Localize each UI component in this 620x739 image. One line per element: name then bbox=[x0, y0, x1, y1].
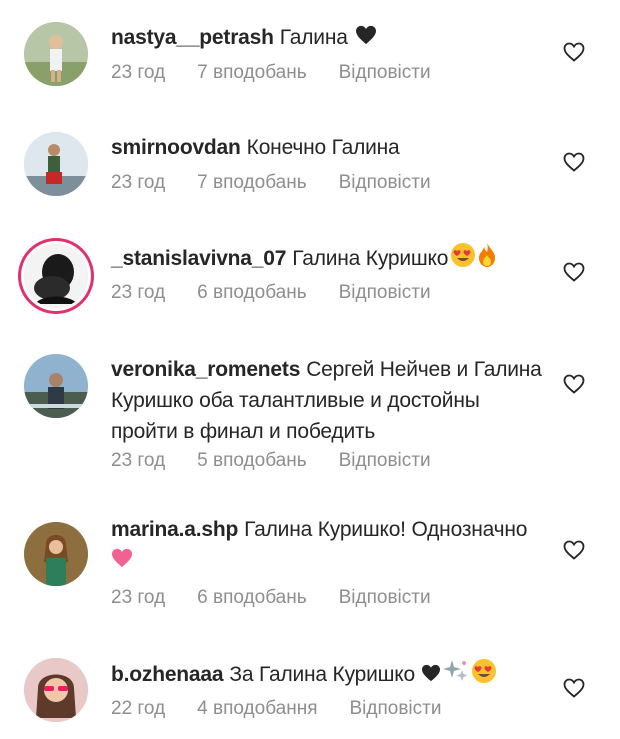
comment-meta: 23 год 7 вподобань Відповісти bbox=[111, 172, 431, 194]
comment-time: 23 год bbox=[111, 172, 166, 193]
black-heart-emoji bbox=[355, 23, 377, 54]
likes-count[interactable]: 5 вподобань bbox=[197, 450, 306, 472]
comment-text-block: _stanislavivna_07 Галина Куришко bbox=[111, 242, 551, 277]
comment-text-block: smirnoovdan Конечно Галина bbox=[111, 132, 551, 163]
comment-time: 23 год bbox=[111, 587, 166, 608]
avatar[interactable] bbox=[24, 244, 88, 308]
reply-button[interactable]: Відповісти bbox=[339, 587, 431, 609]
likes-count[interactable]: 7 вподобань bbox=[197, 62, 306, 84]
heart-outline-icon[interactable] bbox=[562, 372, 586, 396]
comment-time: 23 год bbox=[111, 282, 166, 303]
comment-text-block: b.ozhenaaa За Галина Куришко bbox=[111, 658, 551, 693]
black-heart-emoji bbox=[421, 660, 441, 691]
reply-button[interactable]: Відповісти bbox=[339, 62, 431, 84]
avatar[interactable] bbox=[24, 132, 88, 196]
avatar[interactable] bbox=[24, 522, 88, 586]
likes-count[interactable]: 6 вподобань bbox=[197, 282, 306, 304]
reply-button[interactable]: Відповісти bbox=[339, 282, 431, 304]
username-link[interactable]: smirnoovdan bbox=[111, 136, 241, 159]
comment-meta: 23 год 6 вподобань Відповісти bbox=[111, 587, 431, 609]
heart-outline-icon[interactable] bbox=[562, 676, 586, 700]
reply-button[interactable]: Відповісти bbox=[350, 698, 442, 720]
comment-item: marina.a.shp Галина Куришко! Однозначно 2… bbox=[0, 492, 620, 632]
comment-body: Галина bbox=[279, 26, 348, 49]
comment-time: 23 год bbox=[111, 450, 166, 471]
username-link[interactable]: veronika_romenets bbox=[111, 358, 300, 381]
comment-body: За Галина Куришко bbox=[229, 663, 415, 687]
comment-item: b.ozhenaaa За Галина Куришко 22 год 4 впод… bbox=[0, 632, 620, 739]
comment-meta: 23 год 7 вподобань Відповісти bbox=[111, 62, 431, 84]
username-link[interactable]: _stanislavivna_07 bbox=[111, 247, 286, 270]
comment-text-block: veronika_romenets Сергей Нейчев и Галина … bbox=[111, 354, 551, 447]
pink-heart-emoji bbox=[111, 546, 133, 577]
sparkles-emoji bbox=[443, 658, 469, 693]
heart-eyes-emoji bbox=[450, 242, 476, 277]
avatar[interactable] bbox=[24, 22, 88, 86]
heart-outline-icon[interactable] bbox=[562, 40, 586, 64]
comment-item: _stanislavivna_07 Галина Куришко 23 год 6 … bbox=[0, 220, 620, 332]
comment-text-block: marina.a.shp Галина Куришко! Однозначно bbox=[111, 514, 551, 577]
comment-item: veronika_romenets Сергей Нейчев и Галина … bbox=[0, 332, 620, 492]
username-link[interactable]: nastya__petrash bbox=[111, 26, 274, 49]
username-link[interactable]: marina.a.shp bbox=[111, 518, 238, 541]
comment-item: smirnoovdan Конечно Галина 23 год 7 вподоб… bbox=[0, 110, 620, 220]
heart-eyes-emoji bbox=[471, 658, 497, 693]
comment-meta: 22 год 4 вподобання Відповісти bbox=[111, 698, 441, 720]
comment-text-block: nastya__petrash Галина bbox=[111, 22, 551, 54]
fire-emoji bbox=[478, 242, 496, 277]
avatar[interactable] bbox=[24, 658, 88, 722]
comment-time: 22 год bbox=[111, 698, 166, 719]
comment-meta: 23 год 5 вподобань Відповісти bbox=[111, 450, 431, 472]
likes-count[interactable]: 6 вподобань bbox=[197, 587, 306, 609]
comment-body: Галина Куришко! Однозначно bbox=[244, 518, 528, 541]
comment-item: nastya__petrash Галина 23 год 7 вподобань В… bbox=[0, 0, 620, 110]
reply-button[interactable]: Відповісти bbox=[339, 450, 431, 472]
comment-body: Галина Куришко bbox=[292, 247, 449, 271]
comments-list: nastya__petrash Галина 23 год 7 вподобань В… bbox=[0, 0, 620, 739]
likes-count[interactable]: 4 вподобання bbox=[197, 698, 317, 720]
heart-outline-icon[interactable] bbox=[562, 538, 586, 562]
heart-outline-icon[interactable] bbox=[562, 150, 586, 174]
comment-body: Конечно Галина bbox=[246, 136, 400, 159]
reply-button[interactable]: Відповісти bbox=[339, 172, 431, 194]
comment-meta: 23 год 6 вподобань Відповісти bbox=[111, 282, 431, 304]
username-link[interactable]: b.ozhenaaa bbox=[111, 663, 224, 686]
avatar[interactable] bbox=[24, 354, 88, 418]
heart-outline-icon[interactable] bbox=[562, 260, 586, 284]
comment-time: 23 год bbox=[111, 62, 166, 83]
likes-count[interactable]: 7 вподобань bbox=[197, 172, 306, 194]
